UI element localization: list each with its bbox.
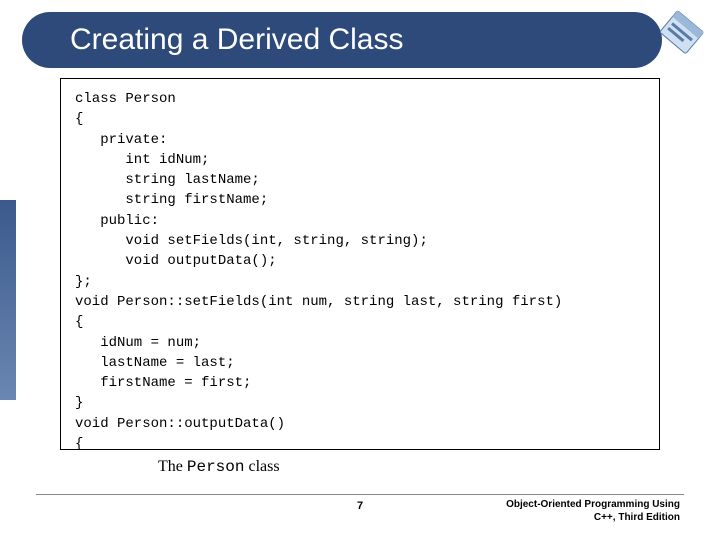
code-listing: class Person { private: int idNum; strin… — [60, 78, 660, 450]
footer-line-2: C++, Third Edition — [506, 511, 680, 524]
footer-line-1: Object-Oriented Programming Using — [506, 498, 680, 511]
slide-title: Creating a Derived Class — [70, 23, 403, 57]
caption-code: Person — [187, 458, 245, 476]
caption-prefix: The — [158, 458, 187, 475]
side-accent-bar — [0, 200, 16, 400]
figure-caption: The Person class — [158, 458, 280, 476]
caption-suffix: class — [244, 458, 279, 475]
title-bar: Creating a Derived Class — [22, 12, 662, 68]
corner-logo-icon — [650, 2, 712, 64]
footer-divider — [36, 494, 684, 495]
footer-citation: Object-Oriented Programming Using C++, T… — [506, 498, 680, 524]
